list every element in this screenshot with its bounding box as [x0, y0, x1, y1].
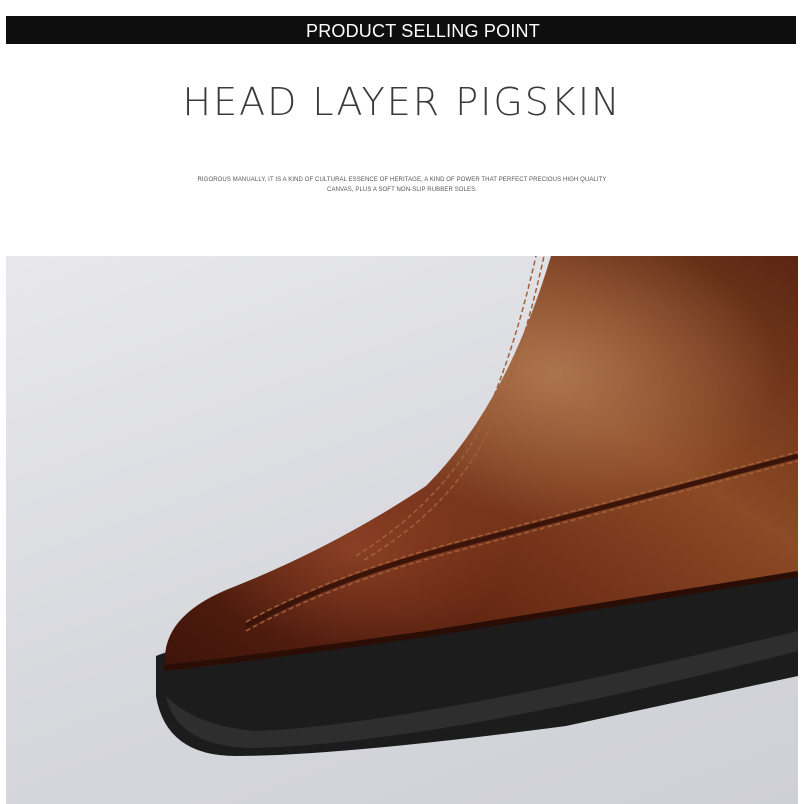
header-bar: PRODUCT SELLING POINT	[6, 16, 796, 44]
description-line-2: CANVAS, PLUS A SOFT NON-SLIP RUBBER SOLE…	[327, 187, 477, 193]
shoe-illustration	[156, 256, 798, 756]
description-line-1: RIGOROUS MANUALLY, IT IS A KIND OF CULTU…	[197, 177, 607, 183]
shoe-photo	[6, 256, 798, 804]
header-title: PRODUCT SELLING POINT	[306, 21, 540, 41]
product-description: RIGOROUS MANUALLY, IT IS A KIND OF CULTU…	[180, 175, 624, 195]
page-title: HEAD LAYER PIGSKIN	[182, 80, 622, 124]
